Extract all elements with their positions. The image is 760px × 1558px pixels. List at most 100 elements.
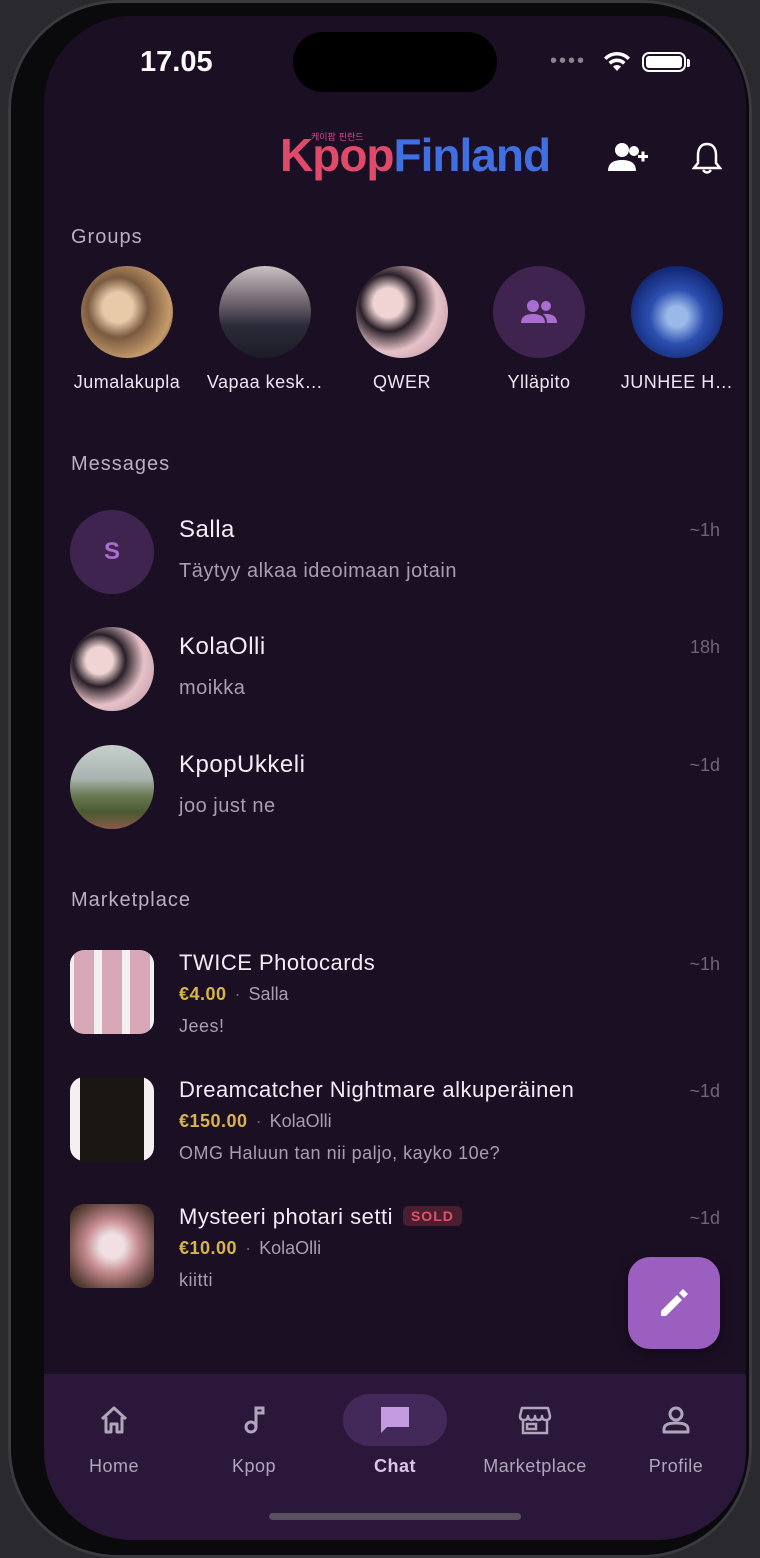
tab-icon-wrap	[62, 1394, 166, 1446]
status-icons: ••••	[549, 50, 690, 73]
status-time: 17.05	[140, 46, 213, 78]
conversation-name: KpopUkkeli	[179, 751, 306, 778]
meta-separator: ·	[245, 1238, 252, 1258]
group-avatar	[631, 266, 723, 358]
conversation-time: 18h	[689, 637, 720, 657]
tab-home[interactable]: Home	[44, 1374, 184, 1477]
group-avatar	[493, 266, 585, 358]
tab-label: Chat	[374, 1456, 416, 1476]
listing-thumbnail	[70, 950, 154, 1034]
marketplace-heading: Marketplace	[71, 889, 191, 911]
listing-dreamcatcher-nightmare[interactable]: Dreamcatcher Nightmare alkuperäinen €150…	[70, 1077, 720, 1187]
group-item-qwer[interactable]: QWER	[339, 266, 465, 393]
messages-heading: Messages	[71, 453, 171, 475]
music-note-icon	[244, 1406, 265, 1434]
conversation-name: KolaOlli	[179, 633, 266, 660]
listing-price: €4.00	[179, 984, 227, 1004]
listing-time: ~1d	[689, 1208, 720, 1228]
groups-heading: Groups	[71, 226, 143, 248]
add-person-icon	[608, 143, 648, 171]
home-icon	[100, 1406, 128, 1434]
wifi-icon	[604, 51, 630, 71]
group-name: JUNHEE H…	[620, 372, 734, 392]
listing-seller: KolaOlli	[259, 1238, 322, 1258]
notifications-button[interactable]	[685, 136, 729, 180]
groups-list: Jumalakupla Vapaa kesk… QWER Ylläpito JU…	[64, 266, 746, 406]
group-avatar	[219, 266, 311, 358]
phone-frame: 17.05 •••• 케이팝 핀란드 KpopFinland Groups Ju…	[8, 0, 752, 1558]
listing-seller: Salla	[248, 984, 289, 1004]
listing-last-message: kiitti	[179, 1270, 213, 1290]
tab-label: Marketplace	[483, 1456, 587, 1476]
listing-twice-photocards[interactable]: TWICE Photocards €4.00 · Salla Jees! ~1h	[70, 950, 720, 1060]
logo-korean-text: 케이팝 핀란드	[311, 133, 364, 143]
listing-last-message: OMG Haluun tan nii paljo, kayko 10e?	[179, 1143, 501, 1163]
group-avatar	[81, 266, 173, 358]
tab-label: Home	[88, 1456, 139, 1476]
pencil-icon	[661, 1289, 688, 1316]
listing-title-text: Mysteeri photari setti	[179, 1204, 393, 1229]
listing-title: TWICE Photocards	[179, 950, 376, 975]
avatar	[70, 745, 154, 829]
group-people-icon	[521, 300, 557, 323]
conversation-kolaolli[interactable]: KolaOlli moikka 18h	[70, 627, 720, 727]
group-item-yllapito[interactable]: Ylläpito	[476, 266, 602, 393]
tab-icon-wrap	[483, 1394, 587, 1446]
group-item-junhee[interactable]: JUNHEE H…	[614, 266, 740, 393]
group-name: Ylläpito	[507, 372, 571, 392]
listing-price: €10.00	[179, 1238, 238, 1258]
tab-icon-wrap	[343, 1394, 447, 1446]
tab-icon-wrap	[202, 1394, 306, 1446]
avatar-initial: S	[103, 538, 120, 565]
listing-seller: KolaOlli	[269, 1111, 332, 1131]
add-friend-button[interactable]	[606, 136, 650, 180]
battery-icon	[642, 51, 690, 72]
group-name: QWER	[373, 372, 431, 392]
listing-title: Mysteeri photari setti SOLD	[179, 1204, 462, 1230]
group-item-jumalakupla[interactable]: Jumalakupla	[64, 266, 190, 393]
conversation-kpopukkeli[interactable]: KpopUkkeli joo just ne ~1d	[70, 745, 720, 845]
tab-label: Kpop	[231, 1456, 277, 1476]
store-icon	[518, 1406, 552, 1435]
dynamic-island	[293, 32, 497, 92]
listing-thumbnail	[70, 1077, 154, 1161]
avatar	[70, 627, 154, 711]
conversation-time: ~1d	[689, 755, 720, 775]
listing-title: Dreamcatcher Nightmare alkuperäinen	[179, 1077, 575, 1102]
sold-badge: SOLD	[402, 1206, 462, 1226]
conversation-preview: Täytyy alkaa ideoimaan jotain	[179, 560, 457, 582]
app-logo: 케이팝 핀란드 KpopFinland	[280, 128, 552, 188]
listing-mysteeri-photari-setti[interactable]: Mysteeri photari setti SOLD €10.00 · KolaOl…	[70, 1204, 720, 1314]
group-item-vapaa-keskustelu[interactable]: Vapaa kesk…	[202, 266, 328, 393]
tab-marketplace[interactable]: Marketplace	[465, 1374, 605, 1477]
avatar: S	[70, 510, 154, 594]
group-name: Jumalakupla	[73, 372, 181, 392]
compose-button[interactable]	[628, 1257, 720, 1349]
conversation-preview: joo just ne	[179, 795, 276, 817]
tab-chat[interactable]: Chat	[325, 1374, 465, 1477]
listing-meta: €150.00 · KolaOlli	[179, 1111, 332, 1132]
conversation-preview: moikka	[179, 677, 246, 699]
group-name: Vapaa kesk…	[206, 372, 324, 392]
chat-icon	[381, 1407, 409, 1433]
group-avatar	[356, 266, 448, 358]
conversation-salla[interactable]: S Salla Täytyy alkaa ideoimaan jotain ~1…	[70, 510, 720, 610]
listing-time: ~1h	[689, 954, 720, 974]
listing-meta: €4.00 · Salla	[179, 984, 289, 1005]
listing-last-message: Jees!	[179, 1016, 225, 1036]
meta-separator: ·	[234, 984, 241, 1004]
tab-kpop[interactable]: Kpop	[184, 1374, 324, 1477]
tab-icon-wrap	[624, 1394, 728, 1446]
listing-time: ~1d	[689, 1081, 720, 1101]
listing-meta: €10.00 · KolaOlli	[179, 1238, 321, 1259]
home-indicator	[269, 1513, 521, 1520]
bell-icon	[692, 142, 722, 174]
tab-profile[interactable]: Profile	[606, 1374, 746, 1477]
signal-icon: ••••	[549, 50, 586, 72]
conversation-name: Salla	[179, 516, 235, 543]
conversation-time: ~1h	[689, 520, 720, 540]
logo-finland: Finland	[393, 129, 552, 181]
meta-separator: ·	[255, 1111, 262, 1131]
tab-label: Profile	[648, 1456, 704, 1476]
app-screen: 17.05 •••• 케이팝 핀란드 KpopFinland Groups Ju…	[44, 16, 746, 1540]
